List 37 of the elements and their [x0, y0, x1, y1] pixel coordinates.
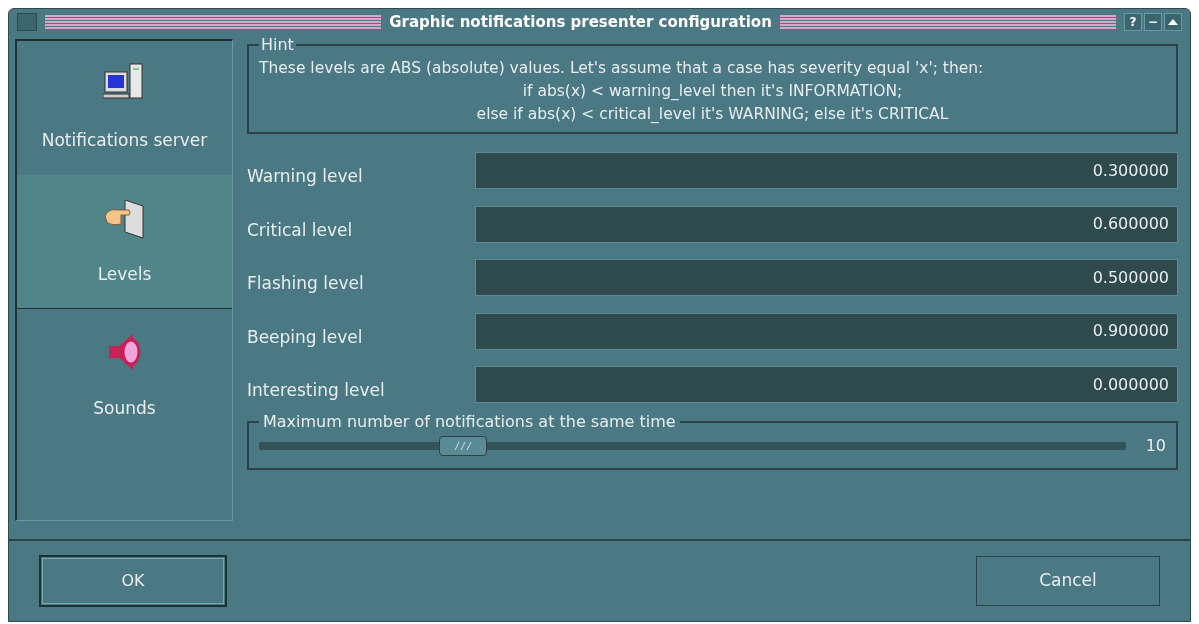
- minimize-button[interactable]: −: [1144, 13, 1162, 31]
- sidebar-item-label: Sounds: [93, 397, 156, 421]
- field-label: Interesting level: [247, 379, 386, 402]
- field-value: 0.000000: [1092, 373, 1169, 396]
- help-button[interactable]: ?: [1124, 13, 1142, 31]
- hint-text: if abs(x) < warning_level then it's INFORMATION;: [521, 81, 904, 102]
- field-value: 0.300000: [1092, 159, 1169, 182]
- sidebar-item[interactable]: Notifications server: [17, 41, 232, 175]
- field-label: Beeping level: [247, 325, 364, 349]
- sidebar-item[interactable]: Sounds: [17, 309, 232, 443]
- field-label: Critical level: [247, 218, 354, 242]
- cancel-button[interactable]: Cancel: [976, 556, 1160, 606]
- up-triangle-icon: [1168, 19, 1178, 25]
- level-field[interactable]: 0.600000: [475, 205, 1178, 243]
- hint-title: Hint: [260, 34, 295, 56]
- level-field[interactable]: 0.500000: [475, 259, 1178, 297]
- hint-text: else if abs(x) < critical_level it's WARNING; else it's CRITICAL: [475, 104, 950, 125]
- field-label: Flashing level: [247, 272, 365, 295]
- hint-text: These levels are ABS (absolute) values. Let's assume that a case has severity equal 'x'; then:: [259, 58, 985, 79]
- maximize-button[interactable]: [1164, 13, 1182, 31]
- sidebar-item[interactable]: Levels: [17, 175, 232, 309]
- slider-thumb[interactable]: [439, 435, 488, 456]
- field-value: 0.900000: [1092, 320, 1169, 343]
- grip-icon: [453, 441, 474, 450]
- sidebar-item-label: Levels: [97, 262, 152, 286]
- field-label: Warning level: [247, 165, 364, 188]
- level-field[interactable]: 0.000000: [475, 366, 1178, 404]
- level-field[interactable]: 0.300000: [475, 152, 1178, 190]
- field-value: 0.500000: [1092, 266, 1169, 289]
- window-title: Graphic notifications presenter configuration: [389, 11, 772, 33]
- max-notifications-title: Maximum number of notifications at the same time: [262, 410, 677, 433]
- level-field[interactable]: 0.900000: [475, 312, 1178, 350]
- ok-button[interactable]: OK: [39, 555, 227, 607]
- field-value: 0.600000: [1092, 213, 1169, 236]
- sidebar-item-label: Notifications server: [41, 129, 208, 153]
- slider[interactable]: [259, 434, 1126, 457]
- slider-value: 10: [1145, 434, 1166, 457]
